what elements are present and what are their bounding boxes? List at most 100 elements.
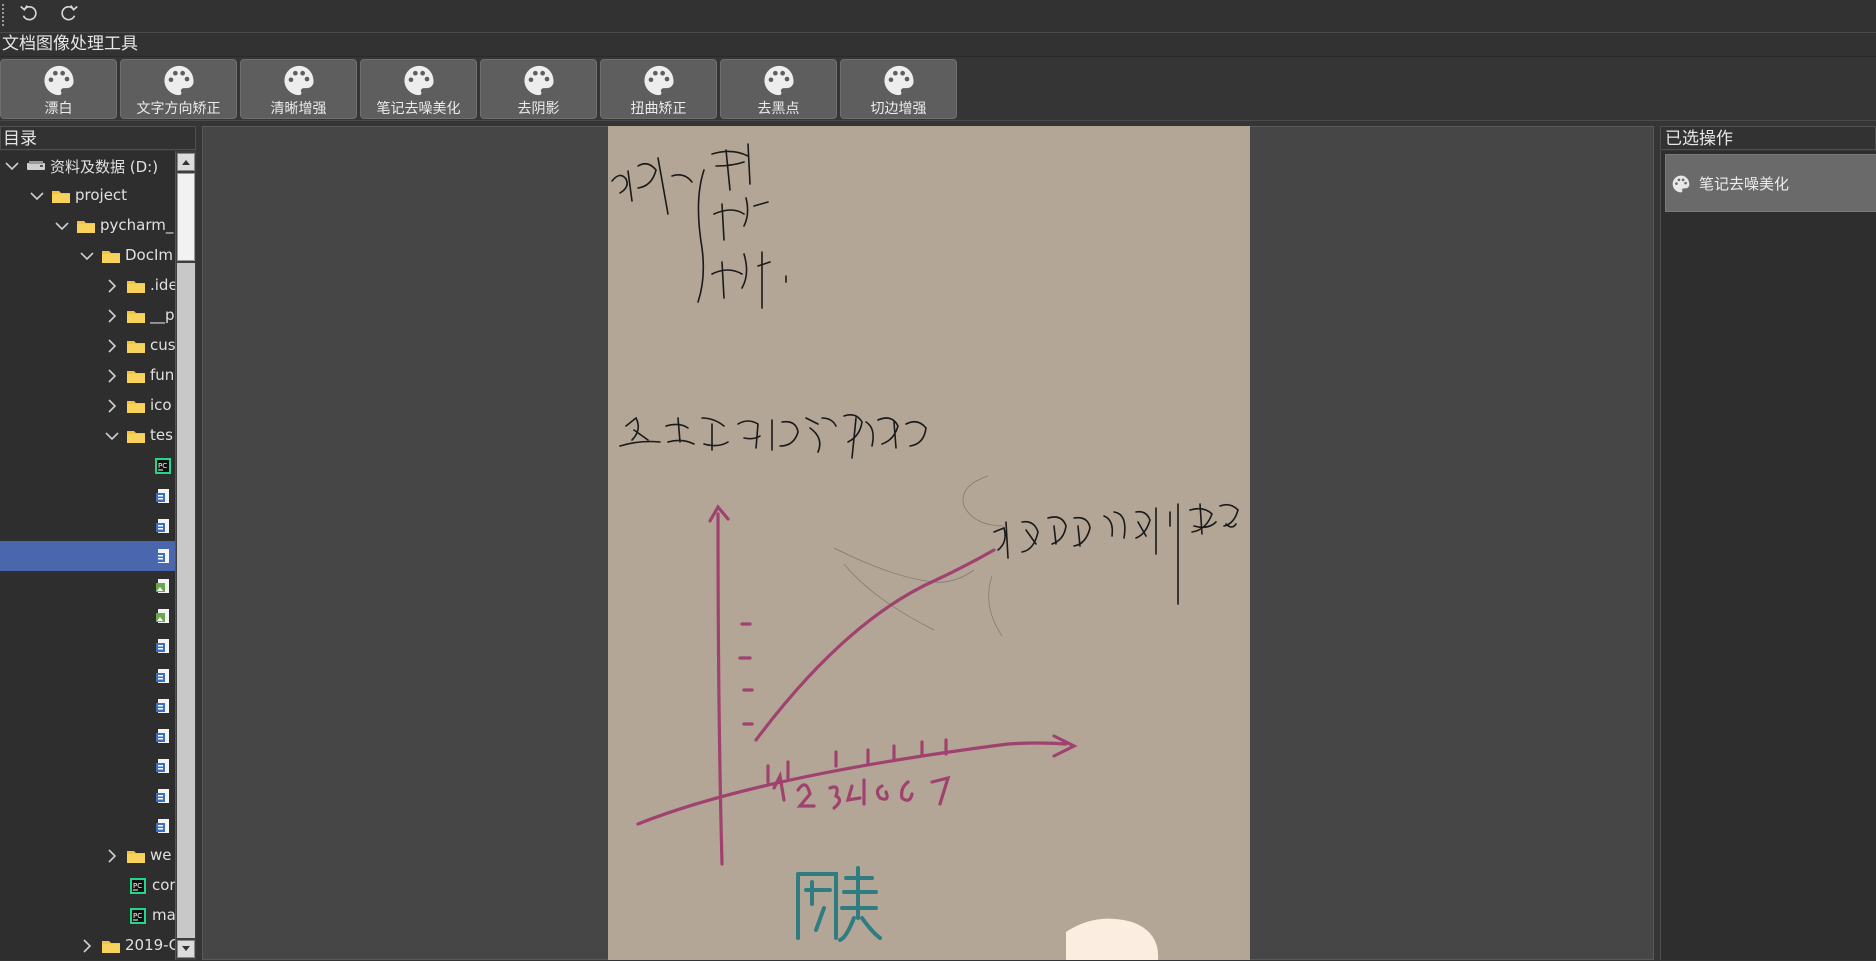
- palette-icon: [643, 65, 674, 96]
- tool-label: 去阴影: [517, 101, 560, 117]
- collapse-toggle[interactable]: [104, 308, 120, 324]
- tree-row[interactable]: [0, 781, 175, 811]
- drive-icon: [26, 157, 46, 175]
- tool-button-crop-enhance[interactable]: 切边增强: [840, 59, 957, 119]
- document-file-icon: [153, 637, 173, 655]
- tree-row[interactable]: __p: [0, 301, 175, 331]
- tree-row[interactable]: 2019-C: [0, 931, 175, 960]
- tree-row[interactable]: [0, 511, 175, 541]
- folder-icon: [126, 337, 146, 355]
- expand-toggle[interactable]: [54, 218, 70, 234]
- toolbar-grip[interactable]: [2, 4, 4, 26]
- selected-operations-panel: 笔记去噪美化: [1660, 151, 1876, 960]
- tree-row-label: cor: [152, 876, 175, 894]
- tree-row[interactable]: [0, 751, 175, 781]
- tree-row[interactable]: tes: [0, 421, 175, 451]
- document-file-icon: [153, 727, 173, 745]
- tree-row[interactable]: [0, 721, 175, 751]
- tool-button-shadow-removal[interactable]: 去阴影: [480, 59, 597, 119]
- collapse-toggle[interactable]: [104, 848, 120, 864]
- tree-row[interactable]: DocIm: [0, 241, 175, 271]
- chevron-down-icon: [55, 222, 69, 231]
- pycharm-file-icon: PC: [153, 457, 173, 475]
- folder-icon: [51, 187, 71, 205]
- tree-row[interactable]: fun: [0, 361, 175, 391]
- chevron-down-icon: [105, 432, 119, 441]
- tree-row[interactable]: 资料及数据 (D:): [0, 151, 175, 181]
- tree-row[interactable]: PC cor: [0, 871, 175, 901]
- scroll-down-button[interactable]: [177, 940, 195, 958]
- tree-row-label: 2019-C: [125, 936, 175, 954]
- collapse-toggle[interactable]: [104, 278, 120, 294]
- tree-row-label: fun: [150, 366, 175, 384]
- palette-icon: [283, 65, 314, 96]
- tree-row[interactable]: PC: [0, 451, 175, 481]
- document-image[interactable]: [608, 126, 1250, 960]
- image-file-icon: [153, 607, 173, 625]
- tree-row[interactable]: pycharm_: [0, 211, 175, 241]
- redo-button[interactable]: [54, 0, 84, 24]
- tool-button-sharpen-enhance[interactable]: 清晰增强: [240, 59, 357, 119]
- collapse-toggle[interactable]: [104, 368, 120, 384]
- directory-tree[interactable]: 资料及数据 (D:) project pycharm_ DocIm .ide __p cus…: [0, 151, 196, 960]
- palette-icon: [1672, 175, 1690, 193]
- collapse-toggle[interactable]: [79, 938, 95, 954]
- tree-row[interactable]: [0, 571, 175, 601]
- collapse-toggle[interactable]: [104, 338, 120, 354]
- tree-row[interactable]: we: [0, 841, 175, 871]
- quick-access-toolbar: [0, 0, 1876, 33]
- document-file-icon: [153, 547, 173, 565]
- tree-row-label: .ide: [150, 276, 175, 294]
- tool-button-dewarp[interactable]: 扭曲矫正: [600, 59, 717, 119]
- folder-icon: [126, 847, 146, 865]
- tree-row-label: ico: [150, 396, 172, 414]
- tree-row[interactable]: cus: [0, 331, 175, 361]
- undo-button[interactable]: [14, 0, 44, 24]
- expand-toggle[interactable]: [79, 248, 95, 264]
- tree-row-label: tes: [150, 426, 173, 444]
- scrollbar-track[interactable]: [177, 263, 195, 938]
- tool-button-note-denoise[interactable]: 笔记去噪美化: [360, 59, 477, 119]
- expand-toggle[interactable]: [104, 428, 120, 444]
- tree-row-label: we: [150, 846, 172, 864]
- tree-row[interactable]: [0, 691, 175, 721]
- document-file-icon: [153, 667, 173, 685]
- tool-button-black-dot-removal[interactable]: 去黑点: [720, 59, 837, 119]
- tree-row[interactable]: [0, 811, 175, 841]
- chevron-down-icon: [80, 252, 94, 261]
- selected-operations-title: 已选操作: [1660, 126, 1876, 150]
- ribbon-title: 文档图像处理工具: [0, 33, 1876, 57]
- tree-row[interactable]: [0, 661, 175, 691]
- tool-label: 文字方向矫正: [136, 101, 221, 117]
- tree-row[interactable]: project: [0, 181, 175, 211]
- tree-row[interactable]: ico: [0, 391, 175, 421]
- tree-row[interactable]: [0, 481, 175, 511]
- scrollbar-thumb[interactable]: [177, 173, 195, 261]
- scroll-up-button[interactable]: [177, 153, 195, 171]
- tool-button-bleach[interactable]: 漂白: [0, 59, 117, 119]
- folder-icon: [101, 247, 121, 265]
- chevron-right-icon: [108, 339, 117, 353]
- tree-row[interactable]: [0, 601, 175, 631]
- document-file-icon: [153, 517, 173, 535]
- caret-up-icon: [182, 160, 190, 165]
- collapse-toggle[interactable]: [104, 398, 120, 414]
- directory-scrollbar[interactable]: [175, 151, 196, 960]
- tree-row[interactable]: [0, 631, 175, 661]
- folder-icon: [76, 217, 96, 235]
- expand-toggle[interactable]: [4, 158, 20, 174]
- expand-toggle[interactable]: [29, 188, 45, 204]
- tool-label: 笔记去噪美化: [376, 101, 461, 117]
- chevron-down-icon: [5, 162, 19, 171]
- folder-icon: [126, 277, 146, 295]
- chevron-right-icon: [108, 399, 117, 413]
- tree-row[interactable]: [0, 541, 175, 571]
- chevron-down-icon: [30, 192, 44, 201]
- palette-icon: [523, 65, 554, 96]
- selected-operation-item[interactable]: 笔记去噪美化: [1665, 154, 1876, 212]
- tree-row-label: 资料及数据 (D:): [50, 158, 159, 176]
- tree-row[interactable]: PC ma: [0, 901, 175, 931]
- tree-row[interactable]: .ide: [0, 271, 175, 301]
- tool-button-text-orientation-fix[interactable]: 文字方向矫正: [120, 59, 237, 119]
- palette-icon: [43, 65, 74, 96]
